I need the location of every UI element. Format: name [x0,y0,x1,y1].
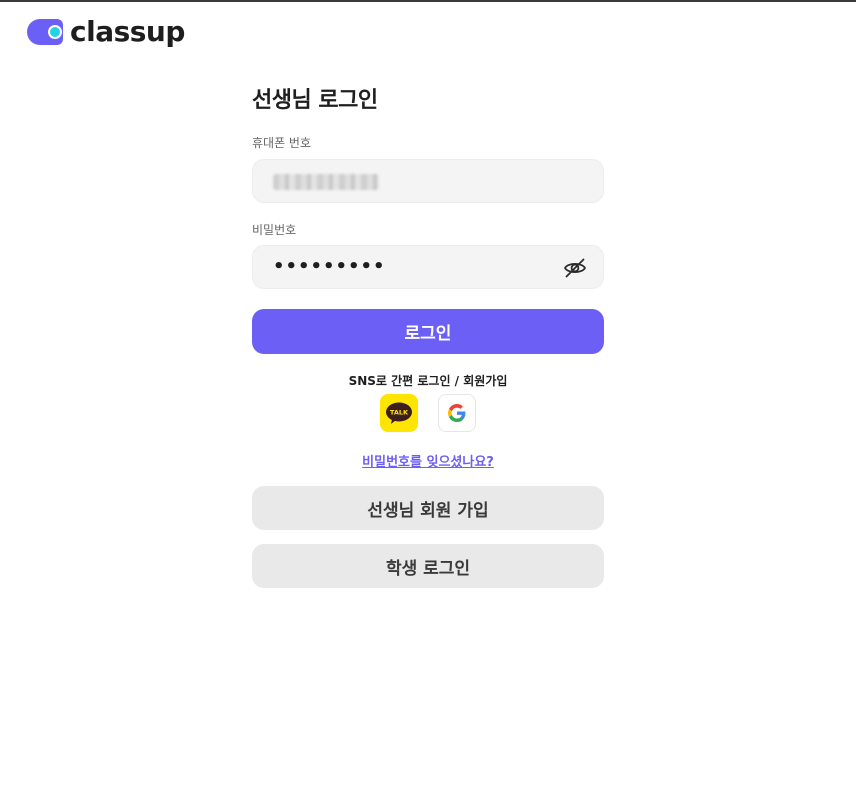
phone-input[interactable] [252,159,604,203]
kakao-login-button[interactable]: TALK [380,394,418,432]
kakao-talk-icon: TALK [386,402,412,424]
forgot-password-link[interactable]: 비밀번호를 잊으셨나요? [252,451,604,470]
google-login-button[interactable] [438,394,476,432]
login-button[interactable]: 로그인 [252,309,604,354]
window-top-border [0,0,856,2]
page-title: 선생님 로그인 [252,88,378,113]
student-login-button[interactable]: 학생 로그인 [252,544,604,588]
logo-text: classup [70,15,185,48]
password-label: 비밀번호 [252,223,297,237]
sns-login-label: SNS로 간편 로그인 / 회원가입 [348,374,508,388]
eye-slash-icon[interactable] [563,256,587,280]
google-icon [448,404,466,422]
password-value: ••••••••• [273,256,386,277]
password-input[interactable]: ••••••••• [252,245,604,289]
teacher-signup-button[interactable]: 선생님 회원 가입 [252,486,604,530]
svg-text:TALK: TALK [390,409,409,417]
phone-value-redacted [273,174,379,190]
classup-logo[interactable]: classup [27,17,185,47]
phone-label: 휴대폰 번호 [252,136,312,150]
classup-logo-icon [27,19,63,45]
